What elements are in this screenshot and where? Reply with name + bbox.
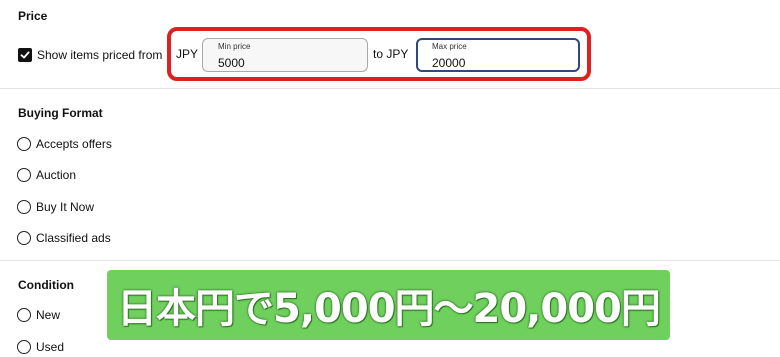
radio-unselected-icon[interactable] — [17, 200, 31, 214]
radio-label: Accepts offers — [36, 137, 112, 151]
radio-label: Classified ads — [36, 231, 111, 245]
section-divider — [0, 260, 780, 261]
radio-label: Auction — [36, 168, 77, 182]
min-price-label: Min price — [218, 42, 251, 51]
checkbox-label: Show items priced from — [37, 48, 163, 62]
radio-label: New — [36, 308, 61, 322]
radio-unselected-icon[interactable] — [17, 340, 31, 354]
condition-title: Condition — [18, 278, 74, 292]
radio-label: Buy It Now — [36, 200, 95, 214]
to-currency-label: to JPY — [373, 47, 409, 61]
max-price-input[interactable] — [432, 56, 552, 70]
currency-from-label: JPY — [176, 47, 199, 61]
min-price-input[interactable] — [218, 56, 338, 70]
max-price-field[interactable]: Max price — [416, 38, 580, 72]
checkbox-checked-icon[interactable] — [18, 48, 32, 62]
show-items-priced-checkbox-row[interactable]: Show items priced from — [18, 47, 162, 63]
radio-unselected-icon[interactable] — [17, 308, 31, 322]
max-price-label: Max price — [432, 42, 467, 51]
radio-used[interactable]: Used — [17, 339, 64, 355]
radio-label: Used — [36, 340, 65, 354]
min-price-field[interactable]: Min price — [202, 38, 368, 72]
radio-new[interactable]: New — [17, 307, 60, 323]
radio-classified-ads[interactable]: Classified ads — [17, 230, 111, 246]
radio-accepts-offers[interactable]: Accepts offers — [17, 136, 112, 152]
radio-unselected-icon[interactable] — [17, 231, 31, 245]
radio-auction[interactable]: Auction — [17, 167, 76, 183]
radio-buy-it-now[interactable]: Buy It Now — [17, 199, 94, 215]
buying-format-title: Buying Format — [18, 106, 103, 120]
radio-unselected-icon[interactable] — [17, 137, 31, 151]
radio-unselected-icon[interactable] — [17, 168, 31, 182]
price-section-title: Price — [18, 9, 48, 23]
price-range-caption: 日本円で5,000円～20,000円 — [107, 270, 670, 340]
section-divider — [0, 88, 780, 89]
